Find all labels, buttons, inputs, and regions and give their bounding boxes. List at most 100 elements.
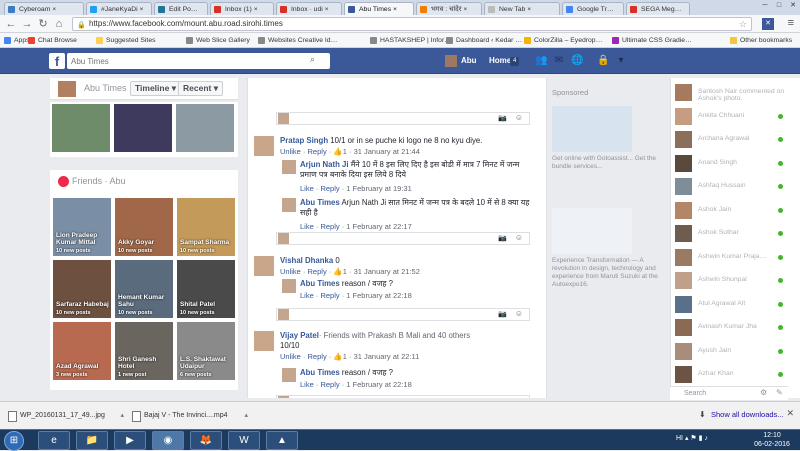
chat-edit-icon[interactable]: ✎ bbox=[776, 388, 783, 397]
browser-tab[interactable]: Google Trai × bbox=[562, 2, 624, 15]
photo-thumbnail[interactable] bbox=[176, 104, 234, 152]
extension-icon[interactable]: ✕ bbox=[762, 18, 774, 30]
friend-tile[interactable]: Akky Goyar 10 new posts bbox=[115, 198, 173, 256]
reply-author[interactable]: Abu Times bbox=[300, 279, 340, 288]
bookmark-item[interactable]: Websites Creative Id… bbox=[258, 35, 337, 46]
write-reply-field[interactable]: 📷☺ bbox=[276, 232, 530, 245]
write-reply-field[interactable]: 📷☺ bbox=[276, 112, 530, 125]
friend-requests-icon[interactable]: 👥 bbox=[535, 56, 547, 66]
comment-author[interactable]: Vishal Dhanka bbox=[280, 256, 333, 265]
forward-arrow-icon[interactable]: → bbox=[20, 17, 34, 31]
page-title[interactable]: Abu Times bbox=[84, 83, 127, 93]
internet-explorer-icon[interactable]: e bbox=[38, 431, 70, 450]
facebook-search-input[interactable] bbox=[67, 53, 330, 69]
friend-tile[interactable]: Sarfaraz Habebaj 10 new posts bbox=[53, 260, 111, 318]
chat-contact[interactable]: Ashwin Shunpal bbox=[671, 270, 800, 290]
friend-tile[interactable]: Shital Patel 10 new posts bbox=[177, 260, 235, 318]
emoji-icon[interactable]: ☺ bbox=[515, 396, 523, 398]
emoji-icon[interactable]: ☺ bbox=[515, 113, 523, 122]
reply-link[interactable]: Reply bbox=[308, 267, 327, 276]
camera-icon[interactable]: 📷 bbox=[498, 114, 507, 122]
language-indicator[interactable]: HI bbox=[676, 435, 683, 442]
camera-icon[interactable]: 📷 bbox=[498, 397, 507, 398]
chat-contact[interactable]: Ashwin Kumar Praja… bbox=[671, 247, 800, 267]
download-item[interactable]: WP_20160131_17_49...jpg ▴ bbox=[6, 407, 124, 425]
chat-contact[interactable]: Ashfaq Hussain bbox=[671, 176, 800, 196]
friend-tile[interactable]: Hemant Kumar Sahu 10 new posts bbox=[115, 260, 173, 318]
word-icon[interactable]: W bbox=[228, 431, 260, 450]
facebook-logo[interactable]: f bbox=[49, 53, 65, 69]
emoji-icon[interactable]: ☺ bbox=[515, 233, 523, 242]
browser-tab[interactable]: SEGA Mega × bbox=[626, 2, 690, 15]
chevron-down-icon[interactable]: ▴ bbox=[244, 407, 248, 425]
media-player-icon[interactable]: ▶ bbox=[114, 431, 146, 450]
vlc-icon[interactable]: ▲ bbox=[266, 431, 298, 450]
home-icon[interactable]: ⌂ bbox=[52, 17, 66, 31]
reply-link[interactable]: Reply bbox=[308, 352, 327, 361]
timeline-dropdown[interactable]: Timeline ▾ bbox=[130, 81, 181, 96]
chat-contact[interactable]: Ashok Jain bbox=[671, 200, 800, 220]
reply-link[interactable]: Reply bbox=[320, 291, 339, 300]
bookmark-item[interactable]: Dashboard ‹ Kedar … bbox=[446, 35, 522, 46]
maximize-button[interactable]: □ bbox=[772, 0, 786, 11]
browser-tab[interactable]: New Tab × bbox=[484, 2, 560, 15]
like-count-icon[interactable]: 👍 bbox=[333, 352, 342, 361]
reply-link[interactable]: Reply bbox=[320, 184, 339, 193]
reply-author[interactable]: Abu Times bbox=[300, 368, 340, 377]
reply-link[interactable]: Reply bbox=[320, 222, 339, 231]
avatar[interactable] bbox=[282, 198, 296, 212]
browser-tab[interactable]: Inbox (1) × bbox=[210, 2, 274, 15]
like-count-icon[interactable]: 👍 bbox=[333, 147, 342, 156]
minimize-button[interactable]: ─ bbox=[758, 0, 772, 11]
photo-thumbnail[interactable] bbox=[114, 104, 172, 152]
browser-tab[interactable]: Edit Post ‹ × bbox=[154, 2, 208, 15]
chat-contact[interactable]: Santosh Nair commented on Ashok's photo. bbox=[671, 82, 800, 102]
windows-start-button[interactable]: ⊞ bbox=[4, 431, 24, 451]
show-all-downloads-link[interactable]: ⬇ Show all downloads... bbox=[699, 410, 784, 419]
reply-link[interactable]: Reply bbox=[308, 147, 327, 156]
like-link[interactable]: Like bbox=[300, 222, 314, 231]
avatar[interactable] bbox=[282, 160, 296, 174]
bookmark-item[interactable]: Suggested Sites bbox=[96, 35, 156, 46]
reload-icon[interactable]: ↻ bbox=[36, 17, 50, 31]
friend-tile[interactable]: L.S. Shaktawat Udaipur 6 new posts bbox=[177, 322, 235, 380]
ad-card[interactable]: Get online with Gotoassist... Get the bu… bbox=[552, 106, 664, 171]
comment-author[interactable]: Vijay Patel bbox=[280, 331, 319, 340]
firefox-icon[interactable]: 🦊 bbox=[190, 431, 222, 450]
browser-menu-icon[interactable]: ≡ bbox=[788, 17, 794, 29]
home-link[interactable]: Home bbox=[489, 54, 511, 68]
like-count-icon[interactable]: 👍 bbox=[333, 267, 342, 276]
reply-link[interactable]: Reply bbox=[320, 380, 339, 389]
reply-input[interactable] bbox=[293, 309, 493, 320]
taskbar-clock[interactable]: 12:10 06-02-2016 bbox=[747, 431, 797, 449]
like-link[interactable]: Like bbox=[300, 184, 314, 193]
chat-search-input[interactable]: Search bbox=[670, 386, 788, 400]
notifications-icon[interactable]: 🌐 bbox=[571, 56, 583, 66]
camera-icon[interactable]: 📷 bbox=[498, 234, 507, 242]
reply-input[interactable] bbox=[293, 396, 493, 398]
friend-tile[interactable]: Sampat Sharma 10 new posts bbox=[177, 198, 235, 256]
url-field[interactable]: 🔒 https://www.facebook.com/mount.abu.roa… bbox=[72, 17, 752, 31]
friend-tile[interactable]: Lion Pradeep Kumar Mittal 10 new posts bbox=[53, 198, 111, 256]
bookmark-item[interactable]: Web Slice Gallery bbox=[186, 35, 250, 46]
chat-settings-icon[interactable]: ⚙ bbox=[760, 388, 767, 397]
unlike-link[interactable]: Unlike bbox=[280, 267, 301, 276]
chrome-icon[interactable]: ◉ bbox=[152, 431, 184, 450]
page-avatar[interactable] bbox=[58, 81, 76, 97]
bookmark-item[interactable]: Ultimate CSS Gradie… bbox=[612, 35, 692, 46]
ad-card[interactable]: Experience Transformation — A revolution… bbox=[552, 208, 664, 289]
reply-input[interactable] bbox=[293, 113, 493, 124]
ad-image[interactable] bbox=[552, 208, 632, 254]
chat-contact[interactable]: Azhar Khan bbox=[671, 364, 800, 384]
write-reply-field[interactable]: 📷☺ bbox=[276, 395, 530, 398]
camera-icon[interactable]: 📷 bbox=[498, 310, 507, 318]
chat-contact[interactable]: Ashok Suthar bbox=[671, 223, 800, 243]
friend-tile[interactable]: Azad Agrawal 3 new posts bbox=[53, 322, 111, 380]
close-window-button[interactable]: ✕ bbox=[786, 0, 800, 11]
bookmark-item[interactable]: ColorZilla – Eyedrop… bbox=[524, 35, 602, 46]
chat-contact[interactable]: Atul Agrawal Alt bbox=[671, 294, 800, 314]
system-tray[interactable]: HI ▴ ⚑ ▮ ♪ bbox=[676, 434, 708, 442]
browser-tab[interactable]: #JaneKyaDi × bbox=[86, 2, 152, 15]
back-arrow-icon[interactable]: ← bbox=[4, 17, 18, 31]
like-link[interactable]: Like bbox=[300, 291, 314, 300]
